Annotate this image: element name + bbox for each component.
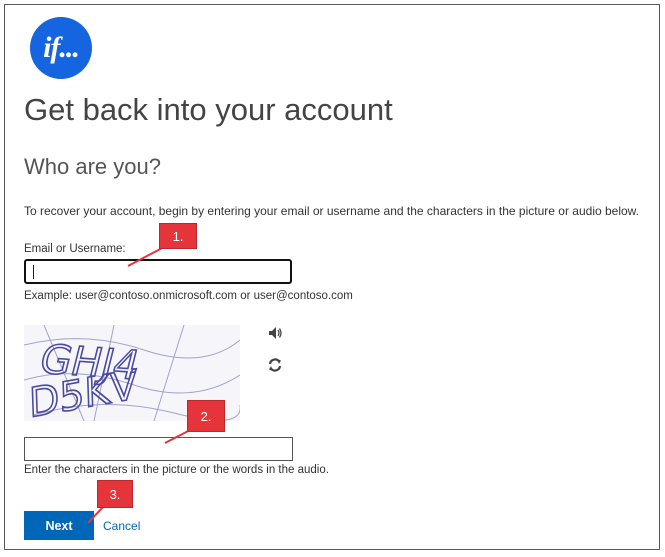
captcha-input[interactable] bbox=[24, 437, 293, 461]
speaker-icon[interactable] bbox=[267, 325, 283, 341]
email-input[interactable] bbox=[24, 259, 292, 284]
callout-2: 2. bbox=[187, 400, 225, 432]
logo-text: if... bbox=[43, 31, 80, 64]
email-label: Email or Username: bbox=[24, 243, 126, 255]
company-logo: if... bbox=[30, 17, 92, 79]
text-caret bbox=[33, 265, 34, 279]
instructions-text: To recover your account, begin by enteri… bbox=[24, 204, 640, 218]
callout-3: 3. bbox=[97, 480, 133, 508]
page-subtitle: Who are you? bbox=[24, 154, 161, 179]
page-title: Get back into your account bbox=[24, 92, 393, 127]
refresh-icon[interactable] bbox=[267, 357, 283, 373]
cancel-link[interactable]: Cancel bbox=[103, 519, 140, 533]
next-button[interactable]: Next bbox=[24, 511, 94, 540]
callout-1: 1. bbox=[159, 223, 197, 249]
email-example-text: Example: user@contoso.onmicrosoft.com or… bbox=[24, 290, 353, 302]
captcha-hint-text: Enter the characters in the picture or t… bbox=[24, 464, 329, 476]
